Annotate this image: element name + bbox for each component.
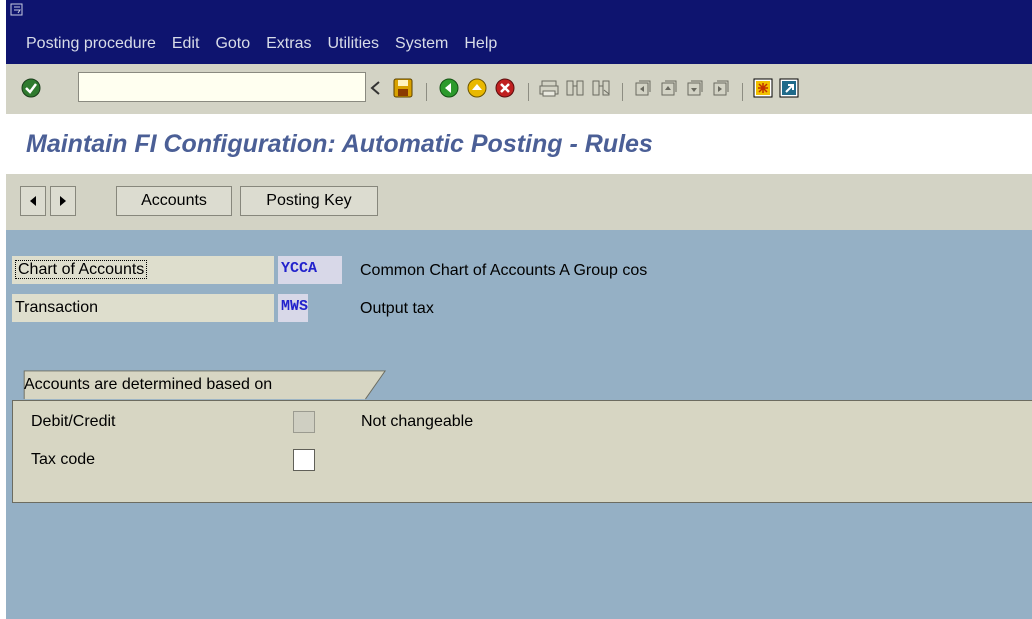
next-button[interactable] (50, 186, 76, 216)
group-box-title: Accounts are determined based on (24, 376, 273, 393)
next-page-icon[interactable] (684, 77, 706, 99)
toolbar-separator (426, 83, 427, 101)
transaction-description: Output tax (360, 300, 434, 317)
cancel-icon[interactable] (494, 77, 516, 99)
back-arrow-icon[interactable] (368, 77, 384, 99)
menu-posting-procedure[interactable]: Posting procedure (26, 34, 156, 54)
transaction-field[interactable]: MWS (278, 294, 308, 322)
find-next-icon[interactable] (590, 77, 612, 99)
command-field[interactable] (78, 72, 366, 102)
exit-icon[interactable] (466, 77, 488, 99)
tax-code-label: Tax code (31, 451, 96, 468)
chart-of-accounts-field[interactable]: YCCA (278, 256, 342, 284)
chart-of-accounts-label: Chart of Accounts (12, 256, 274, 284)
page-title: Maintain FI Configuration: Automatic Pos… (26, 130, 653, 158)
chart-of-accounts-label-text: Chart of Accounts (15, 260, 148, 279)
tax-code-checkbox[interactable] (293, 449, 315, 471)
menu-utilities[interactable]: Utilities (327, 34, 379, 54)
back-icon[interactable] (438, 77, 460, 99)
menu-edit[interactable]: Edit (172, 34, 200, 54)
menu-goto[interactable]: Goto (215, 34, 250, 54)
system-menu-icon[interactable] (10, 3, 24, 17)
transaction-label-text: Transaction (15, 299, 98, 316)
previous-page-icon[interactable] (658, 77, 680, 99)
not-changeable-note: Not changeable (361, 413, 474, 430)
debit-credit-checkbox (293, 411, 315, 433)
transaction-label: Transaction (12, 294, 274, 322)
chart-of-accounts-description: Common Chart of Accounts A Group cos (360, 262, 648, 279)
print-icon[interactable] (538, 77, 560, 99)
sap-window: Posting procedure Edit Goto Extras Utili… (6, 0, 1032, 619)
create-session-icon[interactable] (752, 77, 774, 99)
accounts-determination-group: Debit/Credit Not changeable Tax code (12, 400, 1032, 503)
menu-system[interactable]: System (395, 34, 448, 54)
shortcut-icon[interactable] (778, 77, 800, 99)
previous-button[interactable] (20, 186, 46, 216)
toolbar-separator (622, 83, 623, 101)
posting-key-button[interactable]: Posting Key (240, 186, 378, 216)
triangle-left-icon (30, 196, 36, 206)
debit-credit-label: Debit/Credit (31, 413, 116, 430)
save-icon[interactable] (392, 77, 414, 99)
accounts-button[interactable]: Accounts (116, 186, 232, 216)
command-input[interactable] (79, 73, 335, 101)
menu-bar: Posting procedure Edit Goto Extras Utili… (6, 0, 1032, 64)
find-icon[interactable] (564, 77, 586, 99)
toolbar-separator (742, 83, 743, 101)
menu-help[interactable]: Help (464, 34, 497, 54)
enter-icon[interactable] (20, 77, 42, 99)
toolbar-separator (528, 83, 529, 101)
last-page-icon[interactable] (710, 77, 732, 99)
menu-extras[interactable]: Extras (266, 34, 311, 54)
title-bar: Maintain FI Configuration: Automatic Pos… (6, 114, 1032, 174)
triangle-right-icon (60, 196, 66, 206)
application-toolbar: Accounts Posting Key (6, 174, 1032, 230)
first-page-icon[interactable] (632, 77, 654, 99)
